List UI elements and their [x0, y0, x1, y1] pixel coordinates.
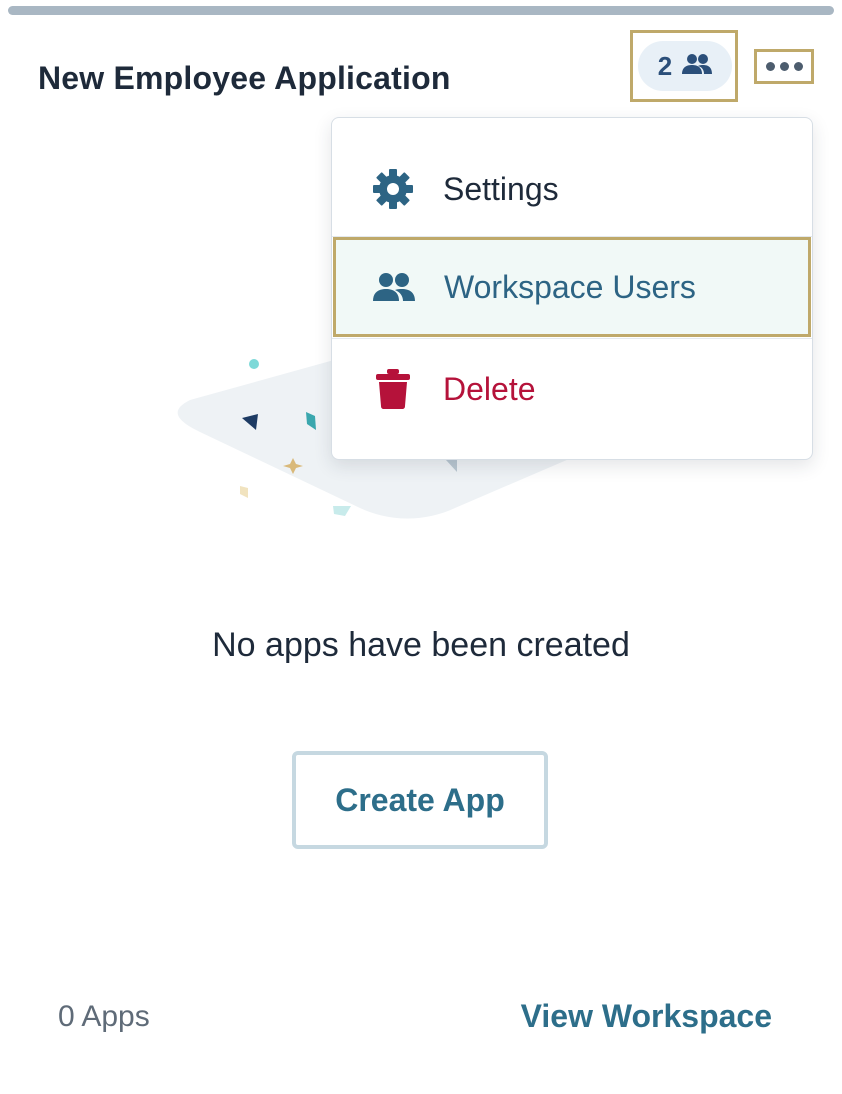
- more-dot-icon: [765, 62, 775, 71]
- users-icon: [682, 51, 713, 82]
- menu-item-label: Workspace Users: [444, 268, 696, 305]
- users-icon: [373, 266, 415, 308]
- view-workspace-link[interactable]: View Workspace: [521, 998, 772, 1035]
- workspace-users-badge[interactable]: 2: [638, 41, 732, 91]
- menu-item-settings[interactable]: Settings: [332, 139, 812, 239]
- trash-icon: [372, 368, 414, 410]
- more-options-button[interactable]: [754, 49, 814, 84]
- menu-item-delete[interactable]: Delete: [332, 339, 812, 439]
- empty-state-message: No apps have been created: [212, 626, 630, 664]
- workspace-title: New Employee Application: [38, 60, 451, 96]
- more-dot-icon: [779, 62, 789, 71]
- gear-icon: [372, 168, 414, 210]
- create-app-button[interactable]: Create App: [292, 751, 548, 849]
- more-dot-icon: [793, 62, 803, 71]
- menu-item-label: Delete: [443, 370, 536, 407]
- apps-count: 0 Apps: [58, 1000, 150, 1033]
- user-count: 2: [657, 50, 673, 81]
- workspace-options-menu: Settings Workspace Users Delete: [331, 117, 813, 460]
- menu-item-workspace-users[interactable]: Workspace Users: [333, 237, 811, 337]
- menu-item-label: Settings: [443, 170, 559, 207]
- card-top-bar: [8, 6, 834, 15]
